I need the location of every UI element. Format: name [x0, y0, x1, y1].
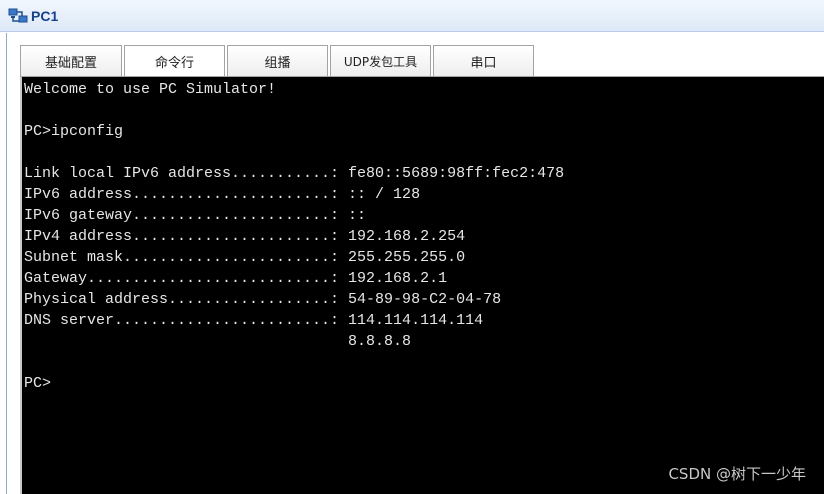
terminal-line: Link local IPv6 address...........: fe80… [24, 165, 565, 182]
terminal-line: Subnet mask.......................: 255.… [24, 249, 466, 266]
terminal-line: DNS server........................: 114.… [24, 312, 484, 329]
window-title: PC1 [31, 8, 59, 24]
terminal-line: PC>ipconfig [24, 123, 124, 140]
terminal-output: Welcome to use PC Simulator! PC>ipconfig… [22, 77, 824, 394]
watermark-text: CSDN @树下一少年 [668, 465, 806, 483]
terminal-prompt[interactable]: PC> [24, 375, 51, 392]
tab-command-line[interactable]: 命令行 [124, 45, 225, 77]
terminal-line: IPv6 gateway......................: :: [24, 207, 367, 224]
pc-network-icon [8, 8, 28, 24]
tab-bar: 基础配置 命令行 组播 UDP发包工具 串口 [20, 45, 536, 77]
tab-serial-port[interactable]: 串口 [433, 45, 534, 76]
terminal-line: 8.8.8.8 [24, 333, 412, 350]
window-titlebar[interactable]: PC1 [0, 0, 824, 32]
terminal-line: Gateway...........................: 192.… [24, 270, 448, 287]
terminal-line: Welcome to use PC Simulator! [24, 81, 277, 98]
terminal-line: IPv4 address......................: 192.… [24, 228, 466, 245]
tab-basic-config[interactable]: 基础配置 [20, 45, 122, 76]
tab-udp-tool[interactable]: UDP发包工具 [330, 45, 431, 76]
command-line-terminal[interactable]: Welcome to use PC Simulator! PC>ipconfig… [20, 77, 824, 494]
terminal-line: Physical address..................: 54-8… [24, 291, 502, 308]
terminal-line: IPv6 address......................: :: /… [24, 186, 421, 203]
tab-multicast[interactable]: 组播 [227, 45, 328, 76]
